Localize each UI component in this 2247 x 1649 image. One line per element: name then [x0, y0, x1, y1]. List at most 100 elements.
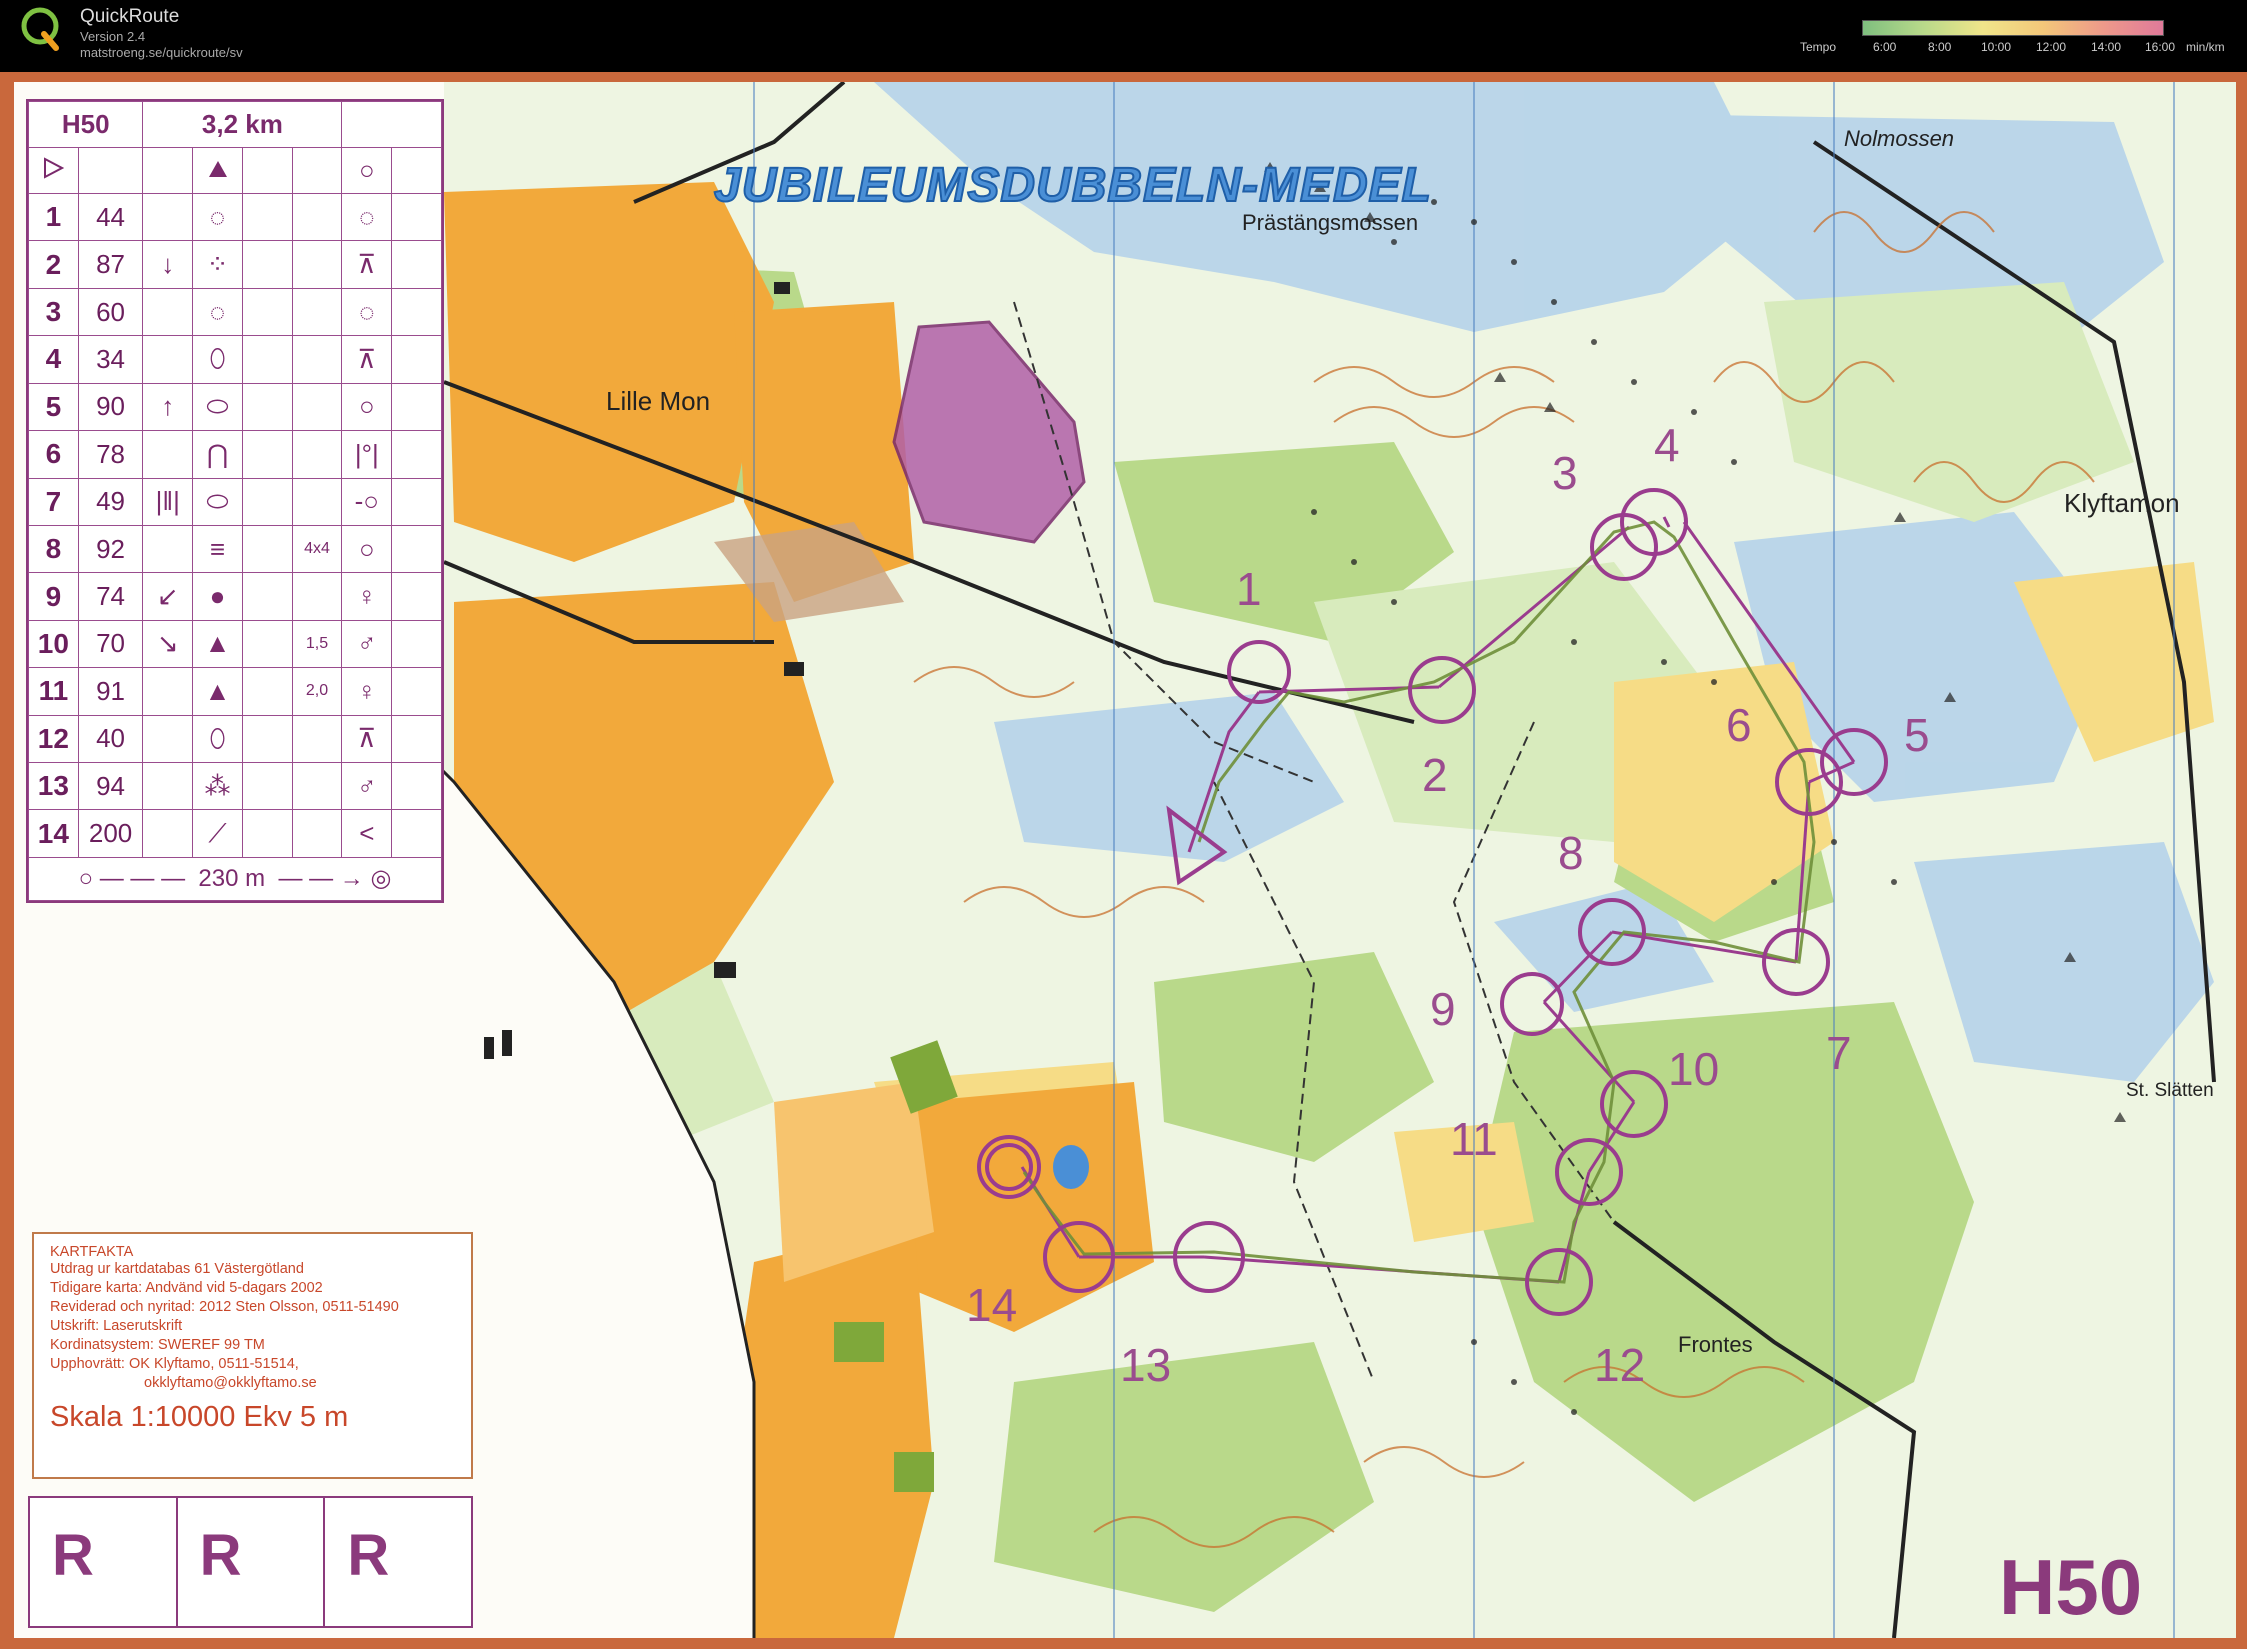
control-row: 12 40 ⬯ ⊼ [28, 714, 442, 764]
control-number: 7 [1826, 1027, 1852, 1079]
tempo-label: Tempo [1800, 40, 1837, 54]
control-number: 4 [1654, 419, 1680, 471]
other-cell [391, 287, 442, 337]
place-name: Prästängsmossen [1242, 210, 1419, 235]
place-name: Klyftamon [2064, 488, 2180, 518]
which-feature-cell [142, 192, 194, 242]
which-feature-cell: ↘ [142, 619, 194, 669]
quickroute-logo-icon [21, 7, 59, 51]
control-code-cell: 74 [77, 572, 144, 621]
appearance-cell [241, 524, 293, 574]
dimension-cell [291, 335, 343, 384]
control-number-cell: 8 [28, 524, 79, 574]
control-code-cell: 87 [77, 240, 144, 289]
control-number: 13 [1120, 1339, 1172, 1391]
control-row: 9 74 ↙ ● ♀ [28, 572, 442, 621]
other-cell [391, 524, 442, 574]
other-cell [391, 477, 442, 526]
which-feature-cell: ↙ [142, 572, 194, 621]
control-number-cell: 4 [28, 335, 79, 384]
dimension-cell [291, 762, 343, 811]
feature-cell: ⁘ [192, 240, 243, 289]
feature-cell: ⋂ [192, 430, 243, 479]
which-feature-cell [142, 524, 194, 574]
map-paper: JUBILEUMSDUBBELN-MEDEL Nolmossen Prästän… [14, 82, 2236, 1638]
appearance-cell [241, 287, 293, 337]
control-row: 5 90 ↑ ⬭ ○ [28, 382, 442, 432]
control-number: 9 [1430, 983, 1456, 1035]
other-cell [391, 240, 442, 289]
place-name: Lille Mon [606, 386, 711, 416]
class-label: H50 [1999, 1543, 2143, 1631]
feature-cell: ◌ [192, 287, 243, 337]
appearance-cell [241, 477, 293, 526]
control-number: 2 [1422, 749, 1448, 801]
tempo-unit: min/km [2186, 40, 2225, 54]
control-number-cell: 1 [28, 192, 79, 242]
location-cell: ◌ [341, 192, 393, 242]
finish-start-circle-icon: ○ — — — [78, 865, 186, 893]
other-cell [391, 619, 442, 669]
dimension-cell [291, 382, 343, 432]
map-facts-line: Utskrift: Laserutskrift [50, 1318, 183, 1334]
place-name: Frontes [1678, 1332, 1753, 1357]
feature-cell: ◌ [192, 192, 243, 242]
control-row: 14 200 ⟋ < [28, 809, 442, 858]
which-feature-cell [142, 714, 194, 764]
control-number-cell: 6 [28, 430, 79, 479]
dimension-cell [291, 287, 343, 337]
which-feature-cell [142, 667, 194, 716]
place-name: Nolmossen [1844, 126, 1955, 151]
control-number: 8 [1558, 827, 1584, 879]
appearance-cell [241, 335, 293, 384]
location-cell: ⊼ [341, 240, 393, 289]
course-class: H50 [27, 101, 144, 148]
control-number-cell: 7 [28, 477, 79, 526]
control-code-cell: 49 [77, 477, 144, 526]
appearance-cell [241, 192, 293, 242]
appearance-cell [241, 430, 293, 479]
start-triangle-icon [192, 146, 243, 194]
other-cell [391, 430, 442, 479]
tempo-tick: 8:00 [1928, 40, 1952, 54]
control-row: 10 70 ↘ ▲ 1,5 ♂ [28, 619, 442, 669]
appearance-cell [241, 714, 293, 764]
appearance-cell [241, 619, 293, 669]
map-facts-line: okklyftamo@okklyftamo.se [144, 1375, 317, 1391]
app-name: QuickRoute [80, 6, 180, 27]
finish-distance: 230 m [198, 865, 266, 893]
which-feature-cell [142, 287, 194, 337]
relay-box: R [178, 1498, 326, 1626]
dimension-cell [291, 240, 343, 289]
control-row: 11 91 ▲ 2,0 ♀ [28, 667, 442, 716]
tempo-tick: 14:00 [2091, 40, 2122, 54]
control-number: 14 [966, 1279, 1018, 1331]
start-icon [28, 146, 79, 194]
other-cell [391, 335, 442, 384]
dimension-cell: 1,5 [291, 619, 343, 669]
appearance-cell [241, 240, 293, 289]
feature-cell: ⬯ [192, 335, 243, 384]
map-facts-line: Reviderad och nyritad: 2012 Sten Olsson,… [50, 1299, 399, 1315]
map-facts-line: Tidigare karta: Andvänd vid 5-dagars 200… [50, 1280, 323, 1296]
feature-cell: ⬭ [192, 382, 243, 432]
location-cell: ♂ [341, 762, 393, 811]
appearance-cell [241, 667, 293, 716]
location-cell: -○ [341, 477, 393, 526]
app-version: Version 2.4 [80, 29, 146, 44]
feature-cell: ● [192, 572, 243, 621]
app-url[interactable]: matstroeng.se/quickroute/sv [80, 45, 243, 60]
control-number: 1 [1236, 563, 1262, 615]
tempo-tick: 12:00 [2036, 40, 2067, 54]
control-number: 11 [1450, 1113, 1498, 1165]
control-row: 6 78 ⋂ |°| [28, 430, 442, 479]
control-number-cell: 5 [28, 382, 79, 432]
which-feature-cell [142, 335, 194, 384]
control-row: 1 44 ◌ ◌ [28, 192, 442, 242]
appearance-cell [241, 809, 293, 858]
map-sheet[interactable]: JUBILEUMSDUBBELN-MEDEL Nolmossen Prästän… [0, 72, 2247, 1649]
location-cell: |°| [341, 430, 393, 479]
other-cell [391, 572, 442, 621]
control-code-cell: 70 [77, 619, 144, 669]
control-number-cell: 12 [28, 714, 79, 764]
